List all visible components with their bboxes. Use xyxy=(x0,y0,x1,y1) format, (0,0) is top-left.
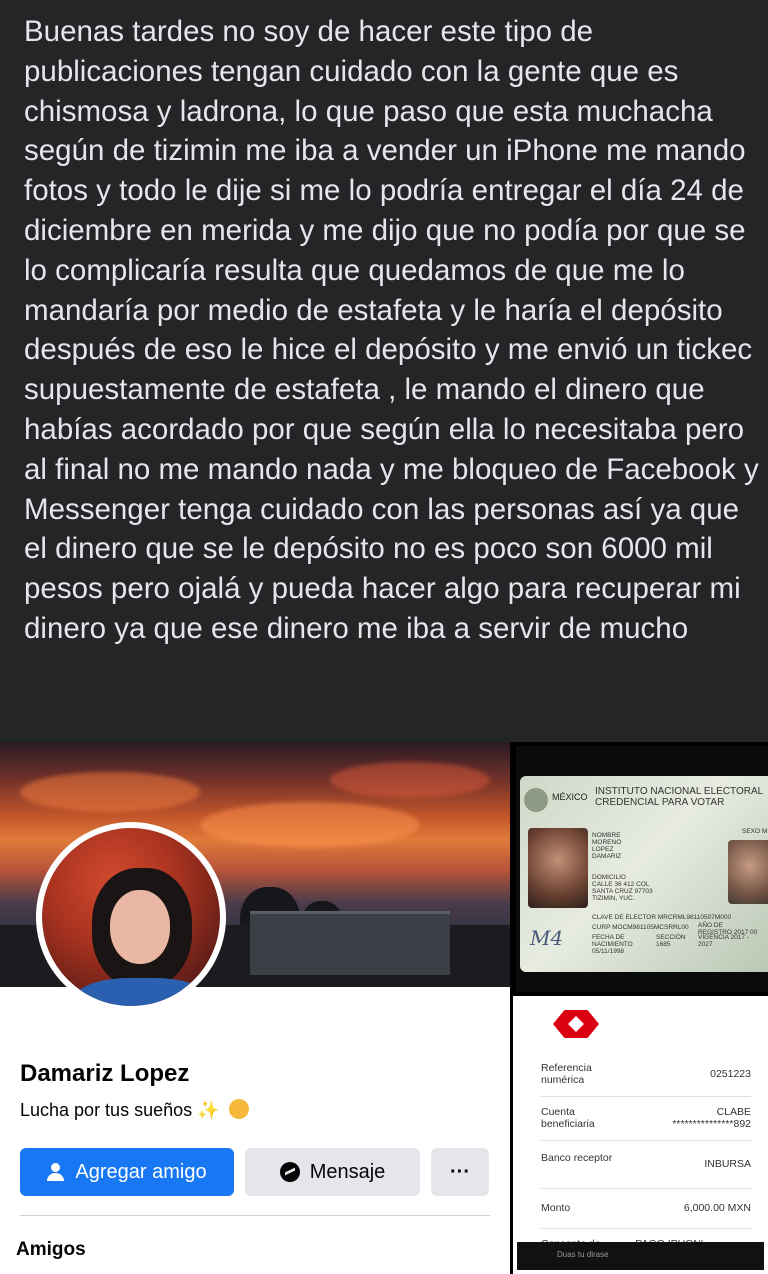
profile-name: Damariz Lopez xyxy=(20,1060,190,1087)
id-signature: M4 xyxy=(530,926,564,950)
profile-bio-text: Lucha por tus sueños xyxy=(20,1100,193,1120)
divider xyxy=(20,1215,490,1216)
id-sex: SEXO M xyxy=(742,828,768,835)
facebook-profile-screenshot: Damariz Lopez Lucha por tus sueños ✨ Agr… xyxy=(0,742,510,1274)
id-birth: FECHA DE NACIMIENTO 05/11/1998 xyxy=(592,934,633,955)
profile-bio: Lucha por tus sueños ✨ xyxy=(20,1099,249,1121)
divider xyxy=(541,1228,751,1229)
id-doc-type: CREDENCIAL PARA VOTAR xyxy=(595,797,725,808)
post-text: Buenas tardes no soy de hacer este tipo … xyxy=(24,15,759,645)
receipt-row-amount: Monto 6,000.00 MXN xyxy=(541,1202,751,1218)
id-institution: INSTITUTO NACIONAL ELECTORAL CREDENCIAL … xyxy=(595,786,763,808)
id-photo xyxy=(528,828,588,908)
more-icon: ··· xyxy=(450,1160,470,1183)
id-name-label: NOMBRE xyxy=(592,832,621,839)
messenger-icon xyxy=(279,1162,300,1182)
smiling-face-icon xyxy=(228,1099,249,1119)
id-vigencia: VIGENCIA 2017 - 2027 xyxy=(698,934,749,948)
divider xyxy=(541,1188,751,1189)
receipt-row-account: Cuenta beneficiaria CLABE **************… xyxy=(541,1106,751,1134)
id-elector-key: CLAVE DE ELECTOR MRCRML98110507M000 xyxy=(592,914,732,921)
divider xyxy=(541,1140,751,1141)
sparkles-icon: ✨ xyxy=(197,1100,220,1120)
add-friend-icon xyxy=(47,1163,65,1181)
id-ghost-photo xyxy=(728,840,768,904)
receipt-value: 0251223 xyxy=(710,1068,751,1080)
id-address-label: DOMICILIO xyxy=(592,874,626,881)
bank-logo-icon xyxy=(553,1010,599,1038)
receipt-footer-text: Duas tu dirase xyxy=(557,1250,609,1259)
voter-id-photo: MÉXICO INSTITUTO NACIONAL ELECTORAL CRED… xyxy=(516,746,768,992)
avatar xyxy=(42,828,220,1006)
id-curp: CURP MOCM981105MCSRRL00 xyxy=(592,924,689,931)
id-section: SECCIÓN 1685 xyxy=(656,934,686,948)
mexico-seal-icon xyxy=(524,788,548,812)
add-friend-button[interactable]: Agregar amigo xyxy=(20,1148,234,1196)
receipt-row-reference: Referencia numérica 0251223 xyxy=(541,1062,751,1090)
message-label: Mensaje xyxy=(309,1160,386,1183)
receipt-key: Monto xyxy=(541,1202,571,1214)
add-friend-label: Agregar amigo xyxy=(75,1160,207,1183)
receipt-footer-bar: Duas tu dirase xyxy=(517,1242,764,1270)
receipt-value: INBURSA xyxy=(704,1158,751,1170)
transfer-receipt: Referencia numérica 0251223 Cuenta benef… xyxy=(513,996,768,1274)
profile-picture[interactable] xyxy=(36,822,226,1012)
receipt-key: Cuenta beneficiaria xyxy=(541,1106,595,1130)
id-institution-name: INSTITUTO NACIONAL ELECTORAL xyxy=(595,786,764,797)
divider xyxy=(541,1096,751,1097)
receipt-value: 6,000.00 MXN xyxy=(683,1202,751,1214)
more-options-button[interactable]: ··· xyxy=(431,1148,489,1196)
id-country: MÉXICO xyxy=(552,792,588,802)
receipt-key: Banco receptor xyxy=(541,1152,613,1164)
id-address: CALLE 36 412 COL SANTA CRUZ 97703 TIZIMI… xyxy=(592,881,653,902)
message-button[interactable]: Mensaje xyxy=(245,1148,420,1196)
receipt-row-bank: Banco receptor INBURSA xyxy=(541,1152,751,1180)
receipt-value: CLABE ***************892 xyxy=(672,1106,751,1130)
id-card: MÉXICO INSTITUTO NACIONAL ELECTORAL CRED… xyxy=(520,776,768,972)
receipt-key: Referencia numérica xyxy=(541,1062,592,1086)
id-name: MORENO LOPEZ DAMARIZ xyxy=(592,839,622,860)
friends-section-title[interactable]: Amigos xyxy=(16,1239,86,1261)
image-collage[interactable]: Damariz Lopez Lucha por tus sueños ✨ Agr… xyxy=(0,742,768,1274)
